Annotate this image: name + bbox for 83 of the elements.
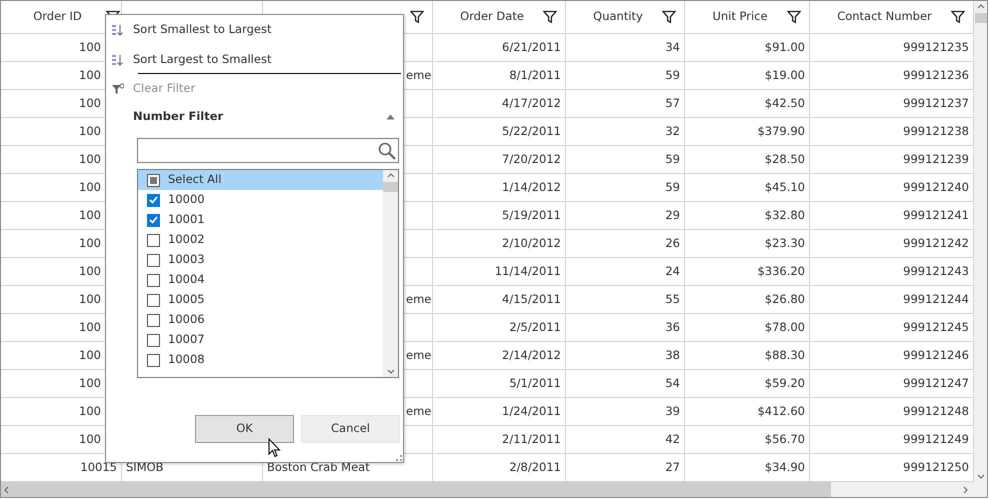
table-cell: 38 <box>566 342 685 370</box>
table-cell: 1/14/2012 <box>433 174 566 202</box>
column-header: Quantity <box>566 1 685 34</box>
table-cell: 59 <box>566 174 685 202</box>
table-cell: 5/1/2011 <box>433 370 566 398</box>
ok-button[interactable]: OK <box>195 415 294 443</box>
table-cell: $412.60 <box>685 398 810 426</box>
checkbox[interactable] <box>147 354 160 366</box>
resize-grip-icon[interactable] <box>396 455 402 461</box>
table-cell: 2/10/2012 <box>433 230 566 258</box>
list-item[interactable]: 10003 <box>138 250 383 270</box>
table-cell: 5/19/2011 <box>433 202 566 230</box>
checkbox[interactable] <box>147 334 160 346</box>
filter-icon[interactable] <box>543 10 557 24</box>
search-field[interactable] <box>137 138 399 163</box>
table-cell: $336.20 <box>685 258 810 286</box>
table-cell: 36 <box>566 314 685 342</box>
section-title: Number Filter <box>133 108 224 126</box>
list-item[interactable]: 10001 <box>138 210 383 230</box>
checkbox[interactable] <box>147 274 160 286</box>
filter-icon[interactable] <box>951 10 965 24</box>
table-cell: 7/20/2012 <box>433 146 566 174</box>
table-cell: $26.80 <box>685 286 810 314</box>
sort-descending-icon <box>111 54 124 66</box>
checkbox[interactable] <box>147 214 160 226</box>
sort-ascending-icon <box>111 24 124 36</box>
table-cell: 59 <box>566 146 685 174</box>
checkbox[interactable] <box>147 194 160 206</box>
column-header: Order Date <box>433 1 566 34</box>
clear-filter-icon <box>111 83 124 95</box>
table-cell: 8/1/2011 <box>433 62 566 90</box>
table-cell: 4/15/2011 <box>433 286 566 314</box>
table-cell: 5/22/2011 <box>433 118 566 146</box>
checkbox[interactable] <box>147 174 160 186</box>
list-item[interactable]: 10002 <box>138 230 383 250</box>
table-cell: 2/5/2011 <box>433 314 566 342</box>
table-cell: 2/11/2011 <box>433 426 566 454</box>
table-cell: 1/24/2011 <box>433 398 566 426</box>
table-cell: $59.20 <box>685 370 810 398</box>
filter-icon[interactable] <box>787 10 801 24</box>
cursor-icon <box>268 438 282 458</box>
table-cell: 6/21/2011 <box>433 34 566 62</box>
filter-icon[interactable] <box>410 10 424 24</box>
table-cell: 11/14/2011 <box>433 258 566 286</box>
table-cell: 34 <box>566 34 685 62</box>
table-cell: $91.00 <box>685 34 810 62</box>
table-cell: 24 <box>566 258 685 286</box>
table-cell: 55 <box>566 286 685 314</box>
table-cell: 39 <box>566 398 685 426</box>
filter-icon[interactable] <box>662 10 676 24</box>
checkbox[interactable] <box>147 234 160 246</box>
search-icon <box>378 142 396 160</box>
column-header: Unit Price <box>685 1 810 34</box>
scrollbar-thumb[interactable] <box>974 13 986 23</box>
table-cell: $379.90 <box>685 118 810 146</box>
table-cell: 42 <box>566 426 685 454</box>
checkbox[interactable] <box>147 294 160 306</box>
table-cell: 2/14/2012 <box>433 342 566 370</box>
collapse-icon[interactable] <box>386 114 395 120</box>
table-cell: $32.80 <box>685 202 810 230</box>
list-item[interactable]: 10000 <box>138 190 383 210</box>
table-cell: $19.00 <box>685 62 810 90</box>
scrollbar-thumb[interactable] <box>1 482 831 497</box>
table-cell: $28.50 <box>685 146 810 174</box>
table-cell: 4/17/2012 <box>433 90 566 118</box>
table-cell: $45.10 <box>685 174 810 202</box>
checkbox[interactable] <box>147 314 160 326</box>
table-cell: $88.30 <box>685 342 810 370</box>
cancel-button[interactable]: Cancel <box>301 415 400 443</box>
table-cell: 29 <box>566 202 685 230</box>
table-cell: $78.00 <box>685 314 810 342</box>
scrollbar-thumb[interactable] <box>383 182 398 192</box>
table-cell: $42.50 <box>685 90 810 118</box>
list-item[interactable]: Select All <box>138 170 383 190</box>
checkbox[interactable] <box>147 254 160 266</box>
menu-item[interactable]: Sort Smallest to Largest <box>133 21 272 39</box>
table-cell: 26 <box>566 230 685 258</box>
table-cell: 32 <box>566 118 685 146</box>
table-cell: 57 <box>566 90 685 118</box>
table-cell: 54 <box>566 370 685 398</box>
table-cell: $56.70 <box>685 426 810 454</box>
table-cell: 59 <box>566 62 685 90</box>
table-cell: $23.30 <box>685 230 810 258</box>
